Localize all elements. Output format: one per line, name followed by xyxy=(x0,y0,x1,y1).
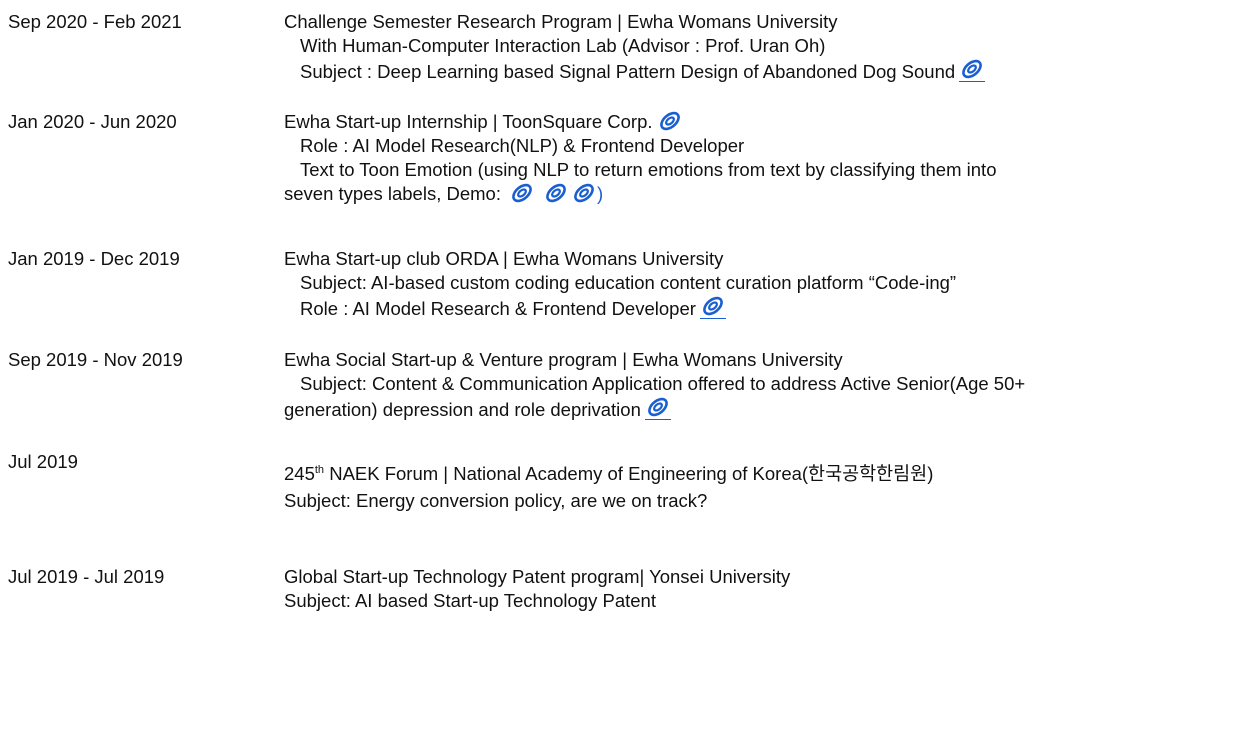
entry-date: Jan 2020 - Jun 2020 xyxy=(8,111,177,132)
paperclip-link-icon[interactable] xyxy=(959,58,986,82)
entry-title-number: 245 xyxy=(284,463,315,484)
entry-body: Challenge Semester Research Program | Ew… xyxy=(284,10,1234,84)
entry-subject: Subject: AI-based custom coding educatio… xyxy=(300,272,957,293)
entry-subject-text: Subject : Deep Learning based Signal Pat… xyxy=(300,61,956,82)
entry-body: Global Start-up Technology Patent progra… xyxy=(284,565,1234,613)
paperclip-link-icon[interactable] xyxy=(509,182,535,204)
paperclip-link-icon[interactable] xyxy=(543,182,569,204)
paperclip-link-icon[interactable] xyxy=(644,396,671,420)
entry-body: Ewha Social Start-up & Venture program |… xyxy=(284,348,1234,422)
entry-demo-text: seven types labels, Demo: xyxy=(284,183,501,204)
entry-title: Global Start-up Technology Patent progra… xyxy=(284,566,791,587)
entry-date: Sep 2019 - Nov 2019 xyxy=(8,349,183,370)
entry-lab: With Human-Computer Interaction Lab (Adv… xyxy=(300,35,826,56)
entry-subject: Subject: Energy conversion policy, are w… xyxy=(284,490,708,511)
entry-body: Ewha Start-up Internship | ToonSquare Co… xyxy=(284,110,1234,206)
entry-date: Sep 2020 - Feb 2021 xyxy=(8,11,182,32)
entry-role: Role : AI Model Research(NLP) & Frontend… xyxy=(300,135,745,156)
entry-body: Ewha Start-up club ORDA | Ewha Womans Un… xyxy=(284,247,1234,321)
entry-date: Jan 2019 - Dec 2019 xyxy=(8,248,180,269)
closing-paren: ) xyxy=(596,183,604,204)
entry-title: Ewha Social Start-up & Venture program |… xyxy=(284,349,843,370)
entry-date: Jul 2019 - Jul 2019 xyxy=(8,566,165,587)
entry-description: Text to Toon Emotion (using NLP to retur… xyxy=(300,159,997,180)
paperclip-link-icon[interactable] xyxy=(699,295,726,319)
entry-subject: Subject: Content & Communication Applica… xyxy=(300,373,1026,394)
entry-role-text: Role : AI Model Research & Frontend Deve… xyxy=(300,298,696,319)
entry-description-cont: seven types labels, Demo:) xyxy=(284,182,1234,206)
entry-title-row: Ewha Start-up Internship | ToonSquare Co… xyxy=(284,110,1234,134)
entry-subject: Subject : Deep Learning based Signal Pat… xyxy=(284,58,1234,84)
entry-subject-cont: generation) depression and role deprivat… xyxy=(284,396,1234,422)
paperclip-link-icon[interactable] xyxy=(571,182,597,204)
entry-title-rest: NAEK Forum | National Academy of Enginee… xyxy=(324,463,934,484)
entry-title: Ewha Start-up Internship | ToonSquare Co… xyxy=(284,111,653,132)
entry-subject-cont-text: generation) depression and role deprivat… xyxy=(284,399,641,420)
entry-subject: Subject: AI based Start-up Technology Pa… xyxy=(284,590,656,611)
entry-title: Challenge Semester Research Program | Ew… xyxy=(284,11,838,32)
entry-title-ordinal: th xyxy=(314,464,325,476)
entry-date: Jul 2019 xyxy=(8,451,78,472)
entry-role: Role : AI Model Research & Frontend Deve… xyxy=(284,295,1234,321)
entry-body: 245th NAEK Forum | National Academy of E… xyxy=(284,459,1234,513)
entry-title: 245th NAEK Forum | National Academy of E… xyxy=(284,459,1234,489)
entry-title: Ewha Start-up club ORDA | Ewha Womans Un… xyxy=(284,248,724,269)
paperclip-link-icon[interactable] xyxy=(657,110,683,132)
